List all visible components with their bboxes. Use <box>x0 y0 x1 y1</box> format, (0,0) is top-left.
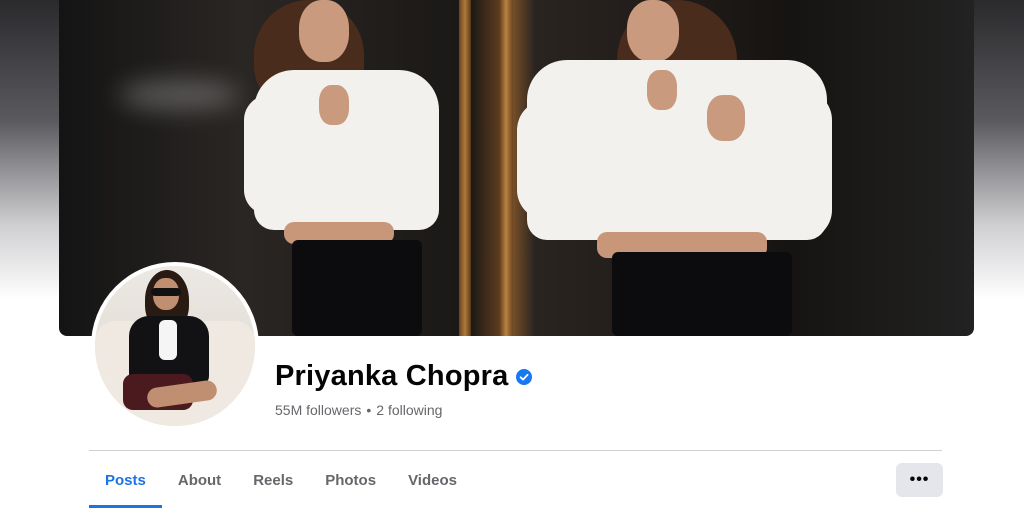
tab-posts[interactable]: Posts <box>89 452 162 508</box>
tab-photos[interactable]: Photos <box>309 452 392 508</box>
profile-avatar[interactable] <box>91 262 259 430</box>
more-options-button[interactable]: ••• <box>896 463 943 497</box>
cover-light-reflection <box>119 80 239 110</box>
more-horizontal-icon: ••• <box>909 471 930 488</box>
section-divider <box>89 450 942 451</box>
cover-door-frame <box>499 0 513 336</box>
cover-door-frame <box>459 0 471 336</box>
tab-about[interactable]: About <box>162 452 237 508</box>
verified-badge-icon[interactable] <box>516 368 533 385</box>
stats-separator: • <box>366 402 372 418</box>
tab-videos[interactable]: Videos <box>392 452 473 508</box>
profile-name-row: Priyanka Chopra <box>275 360 533 393</box>
tab-reels[interactable]: Reels <box>237 452 309 508</box>
profile-tabs: Posts About Reels Photos Videos <box>89 452 473 509</box>
following-count[interactable]: 2 following <box>376 402 442 418</box>
follow-stats: 55M followers • 2 following <box>275 402 442 418</box>
profile-name: Priyanka Chopra <box>275 360 509 392</box>
followers-count[interactable]: 55M followers <box>275 402 361 418</box>
